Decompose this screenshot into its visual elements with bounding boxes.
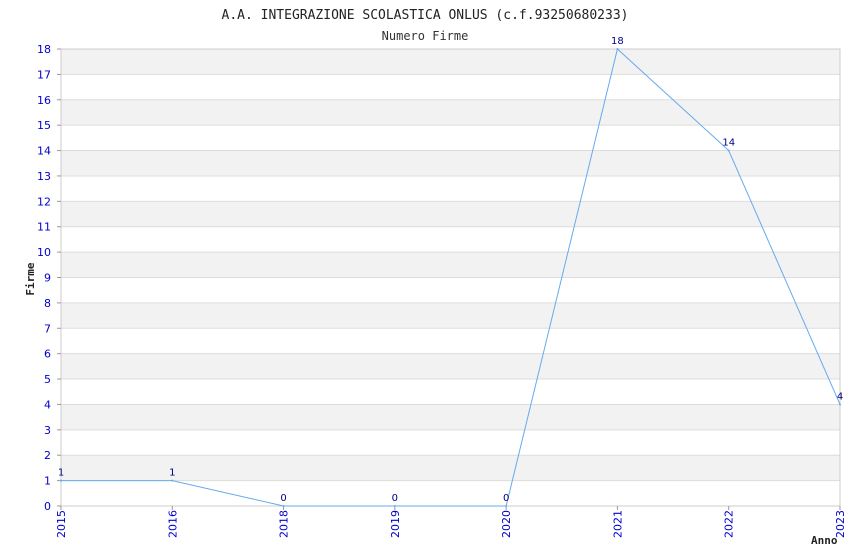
y-tick-label: 13 — [37, 170, 51, 183]
x-axis-ticks: 2015 2016 2018 2019 2020 2021 2022 2023 — [55, 506, 847, 538]
y-tick-label: 16 — [37, 94, 51, 107]
grid-band — [61, 455, 840, 481]
x-tick-label: 2022 — [723, 510, 736, 538]
x-tick-label: 2020 — [500, 510, 513, 538]
data-point — [282, 505, 285, 507]
y-tick-label: 18 — [37, 43, 51, 56]
y-tick-label: 15 — [37, 119, 51, 132]
data-point — [393, 505, 396, 507]
data-label: 0 — [392, 493, 398, 504]
grid-band — [61, 302, 840, 329]
x-axis-label: Anno — [811, 534, 838, 547]
y-tick-label: 0 — [44, 500, 51, 513]
chart-title: A.A. INTEGRAZIONE SCOLASTICA ONLUS (c.f.… — [222, 8, 629, 23]
grid-band — [61, 150, 840, 176]
line-chart: 0123456789101112131415161718 2015 2016 201… — [24, 8, 847, 547]
y-tick-label: 1 — [44, 475, 51, 488]
x-tick-label: 2019 — [389, 510, 402, 538]
chart-subtitle: Numero Firme — [382, 29, 469, 43]
grid-band — [61, 353, 840, 380]
y-tick-label: 14 — [37, 145, 51, 158]
y-tick-label: 17 — [37, 68, 51, 81]
data-label: 14 — [722, 138, 735, 149]
y-tick-label: 7 — [44, 322, 51, 335]
data-label: 1 — [58, 468, 64, 479]
y-tick-label: 3 — [44, 424, 51, 437]
y-axis-label: Firme — [24, 262, 37, 295]
y-tick-label: 8 — [44, 297, 51, 310]
data-point — [727, 149, 730, 152]
y-tick-label: 2 — [44, 449, 51, 462]
data-label: 0 — [280, 493, 286, 504]
grid-band — [61, 404, 840, 430]
data-point — [839, 403, 841, 406]
data-label: 0 — [503, 493, 509, 504]
data-point — [616, 48, 619, 50]
data-point — [505, 505, 508, 507]
y-tick-label: 12 — [37, 195, 51, 208]
y-axis-ticks: 0123456789101112131415161718 — [37, 43, 61, 513]
x-tick-label: 2016 — [166, 510, 179, 538]
grid-band — [61, 49, 840, 75]
data-label: 4 — [837, 391, 843, 402]
y-tick-label: 11 — [37, 221, 51, 234]
grid-band — [61, 99, 840, 126]
grid-band — [61, 252, 840, 278]
data-point — [171, 479, 174, 482]
x-tick-label: 2015 — [55, 510, 68, 538]
y-tick-label: 6 — [44, 348, 51, 361]
x-tick-label: 2021 — [611, 510, 624, 538]
y-tick-label: 5 — [44, 373, 51, 386]
data-point — [60, 479, 62, 482]
x-tick-label: 2018 — [278, 510, 291, 538]
y-tick-label: 9 — [44, 272, 51, 285]
grid-bands — [61, 49, 840, 481]
y-tick-label: 10 — [37, 246, 51, 259]
grid-band — [61, 201, 840, 227]
data-label: 18 — [611, 36, 624, 47]
data-label: 1 — [169, 468, 175, 479]
y-tick-label: 4 — [44, 398, 51, 411]
